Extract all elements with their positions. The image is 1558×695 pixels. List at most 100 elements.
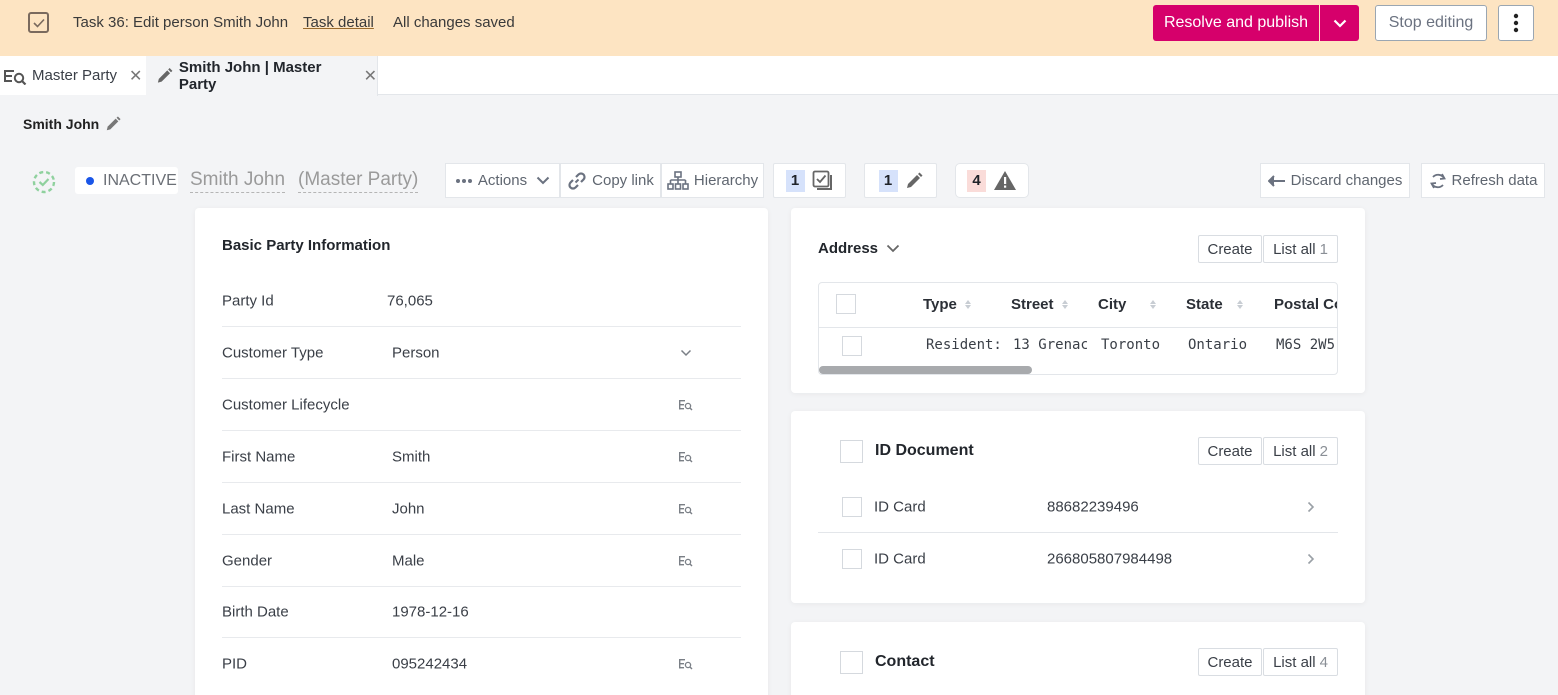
address-section-toggle[interactable]: Address xyxy=(818,240,900,257)
create-id-document-button[interactable]: Create xyxy=(1198,437,1262,465)
list-all-count: 2 xyxy=(1320,443,1328,460)
kebab-menu-icon xyxy=(1513,13,1519,33)
hierarchy-icon xyxy=(667,171,689,191)
list-all-contacts-button[interactable]: List all 4 xyxy=(1263,648,1338,676)
create-contact-button[interactable]: Create xyxy=(1198,648,1262,676)
hierarchy-button[interactable]: Hierarchy xyxy=(661,163,764,198)
copy-link-label: Copy link xyxy=(592,172,654,189)
entity-name: Smith John xyxy=(190,169,285,193)
tab-master-party[interactable]: Master Party ✕ xyxy=(0,56,146,95)
cell-state: Ontario xyxy=(1188,337,1268,353)
tab-smith-john-master-party[interactable]: Smith John | Master Party ✕ xyxy=(146,56,378,96)
warnings-count-badge: 4 xyxy=(967,170,986,192)
field-row[interactable]: Customer TypePerson xyxy=(222,327,741,379)
create-address-button[interactable]: Create xyxy=(1198,235,1262,263)
document-type: ID Card xyxy=(874,551,926,568)
edits-counter-button[interactable]: 1 xyxy=(864,163,937,198)
field-value[interactable]: 76,065 xyxy=(387,292,433,309)
list-all-label: List all xyxy=(1273,241,1316,258)
list-all-id-documents-button[interactable]: List all 2 xyxy=(1263,437,1338,465)
close-tab-icon[interactable]: ✕ xyxy=(364,66,377,86)
table-row[interactable]: Resident: 13 Grenac Toronto Ontario M6S … xyxy=(819,328,1337,366)
task-bar: Task 36: Edit person Smith John Task det… xyxy=(0,0,1558,56)
field-value[interactable]: Smith xyxy=(392,448,430,465)
pencil-icon xyxy=(905,172,923,190)
resolve-and-publish-button[interactable]: Resolve and publish xyxy=(1153,5,1319,41)
card-title: Address xyxy=(818,240,878,257)
status-dot-icon xyxy=(86,177,94,185)
chevron-down-icon[interactable] xyxy=(678,346,694,360)
task-detail-link[interactable]: Task detail xyxy=(303,14,374,31)
sort-icon xyxy=(1062,300,1068,309)
field-value[interactable]: Male xyxy=(392,552,425,569)
warnings-counter-button[interactable]: 4 xyxy=(955,163,1029,198)
task-title: Task 36: Edit person Smith John xyxy=(73,14,288,31)
record-title: Smith John xyxy=(23,116,99,132)
column-label: Type xyxy=(923,296,957,313)
row-checkbox[interactable] xyxy=(842,549,862,569)
field-value[interactable]: 1978-12-16 xyxy=(392,603,469,620)
document-number: 88682239496 xyxy=(1047,498,1139,515)
row-checkbox[interactable] xyxy=(842,497,862,517)
lookup-icon[interactable] xyxy=(678,554,694,568)
edits-count-badge: 1 xyxy=(879,170,898,192)
chevron-right-icon[interactable] xyxy=(1307,501,1315,513)
refresh-data-button[interactable]: Refresh data xyxy=(1421,163,1545,198)
search-list-icon xyxy=(4,67,28,85)
tasks-counter-button[interactable]: 1 xyxy=(773,163,846,198)
column-header-state[interactable]: State xyxy=(1186,296,1243,313)
field-row[interactable]: GenderMale xyxy=(222,535,741,587)
field-row[interactable]: Customer Lifecycle xyxy=(222,379,741,431)
select-all-contacts-checkbox[interactable] xyxy=(840,651,863,674)
contact-card: Contact Create List all 4 xyxy=(791,622,1365,695)
save-status: All changes saved xyxy=(393,14,515,31)
list-item[interactable]: ID Card 266805807984498 xyxy=(818,533,1338,585)
list-all-label: List all xyxy=(1273,443,1316,460)
tasks-icon xyxy=(812,170,834,192)
cell-type: Resident: xyxy=(926,337,1000,353)
chevron-right-icon[interactable] xyxy=(1307,553,1315,565)
card-title: ID Document xyxy=(875,442,974,460)
field-row[interactable]: First NameSmith xyxy=(222,431,741,483)
list-item[interactable]: ID Card 88682239496 xyxy=(818,481,1338,533)
table-header: Type Street City State Postal Co xyxy=(819,283,1337,328)
chevron-down-icon xyxy=(1333,19,1347,28)
field-row[interactable]: Birth Date 1978-12-16 xyxy=(222,586,741,638)
more-options-button[interactable] xyxy=(1498,5,1534,41)
field-value[interactable]: John xyxy=(392,500,425,517)
column-header-street[interactable]: Street xyxy=(1011,296,1068,313)
select-all-checkbox[interactable] xyxy=(836,294,856,314)
column-header-postal-code[interactable]: Postal Co xyxy=(1274,296,1338,313)
field-value[interactable]: Person xyxy=(392,344,440,361)
field-row[interactable]: Last NameJohn xyxy=(222,483,741,535)
lookup-icon[interactable] xyxy=(678,502,694,516)
copy-link-button[interactable]: Copy link xyxy=(560,163,661,198)
document-type: ID Card xyxy=(874,498,926,515)
field-value[interactable]: 095242434 xyxy=(392,656,467,673)
lookup-icon[interactable] xyxy=(678,657,694,671)
column-header-type[interactable]: Type xyxy=(923,296,971,313)
lookup-icon[interactable] xyxy=(678,450,694,464)
task-checkbox-icon xyxy=(28,12,49,33)
field-row[interactable]: Party Id76,065 xyxy=(222,275,741,327)
discard-changes-button[interactable]: Discard changes xyxy=(1260,163,1410,198)
select-all-id-documents-checkbox[interactable] xyxy=(840,440,863,463)
page-title: Smith John xyxy=(23,116,121,132)
horizontal-scrollbar[interactable] xyxy=(819,366,1032,374)
stop-editing-button[interactable]: Stop editing xyxy=(1375,5,1487,41)
row-checkbox[interactable] xyxy=(842,336,862,356)
publish-options-dropdown[interactable] xyxy=(1320,5,1359,41)
column-header-city[interactable]: City xyxy=(1098,296,1156,313)
sort-icon xyxy=(1150,300,1156,309)
actions-button[interactable]: Actions xyxy=(445,163,560,198)
refresh-icon xyxy=(1429,171,1447,191)
sort-icon xyxy=(1237,300,1243,309)
list-all-addresses-button[interactable]: List all 1 xyxy=(1263,235,1338,263)
close-tab-icon[interactable]: ✕ xyxy=(129,66,142,86)
lookup-icon[interactable] xyxy=(678,398,694,412)
pencil-icon[interactable] xyxy=(105,116,121,132)
address-card: Address Create List all 1 Type Street Ci… xyxy=(791,208,1365,393)
field-label: Birth Date xyxy=(222,603,289,620)
warning-icon xyxy=(993,170,1017,191)
field-row[interactable]: PID095242434 xyxy=(222,638,741,690)
